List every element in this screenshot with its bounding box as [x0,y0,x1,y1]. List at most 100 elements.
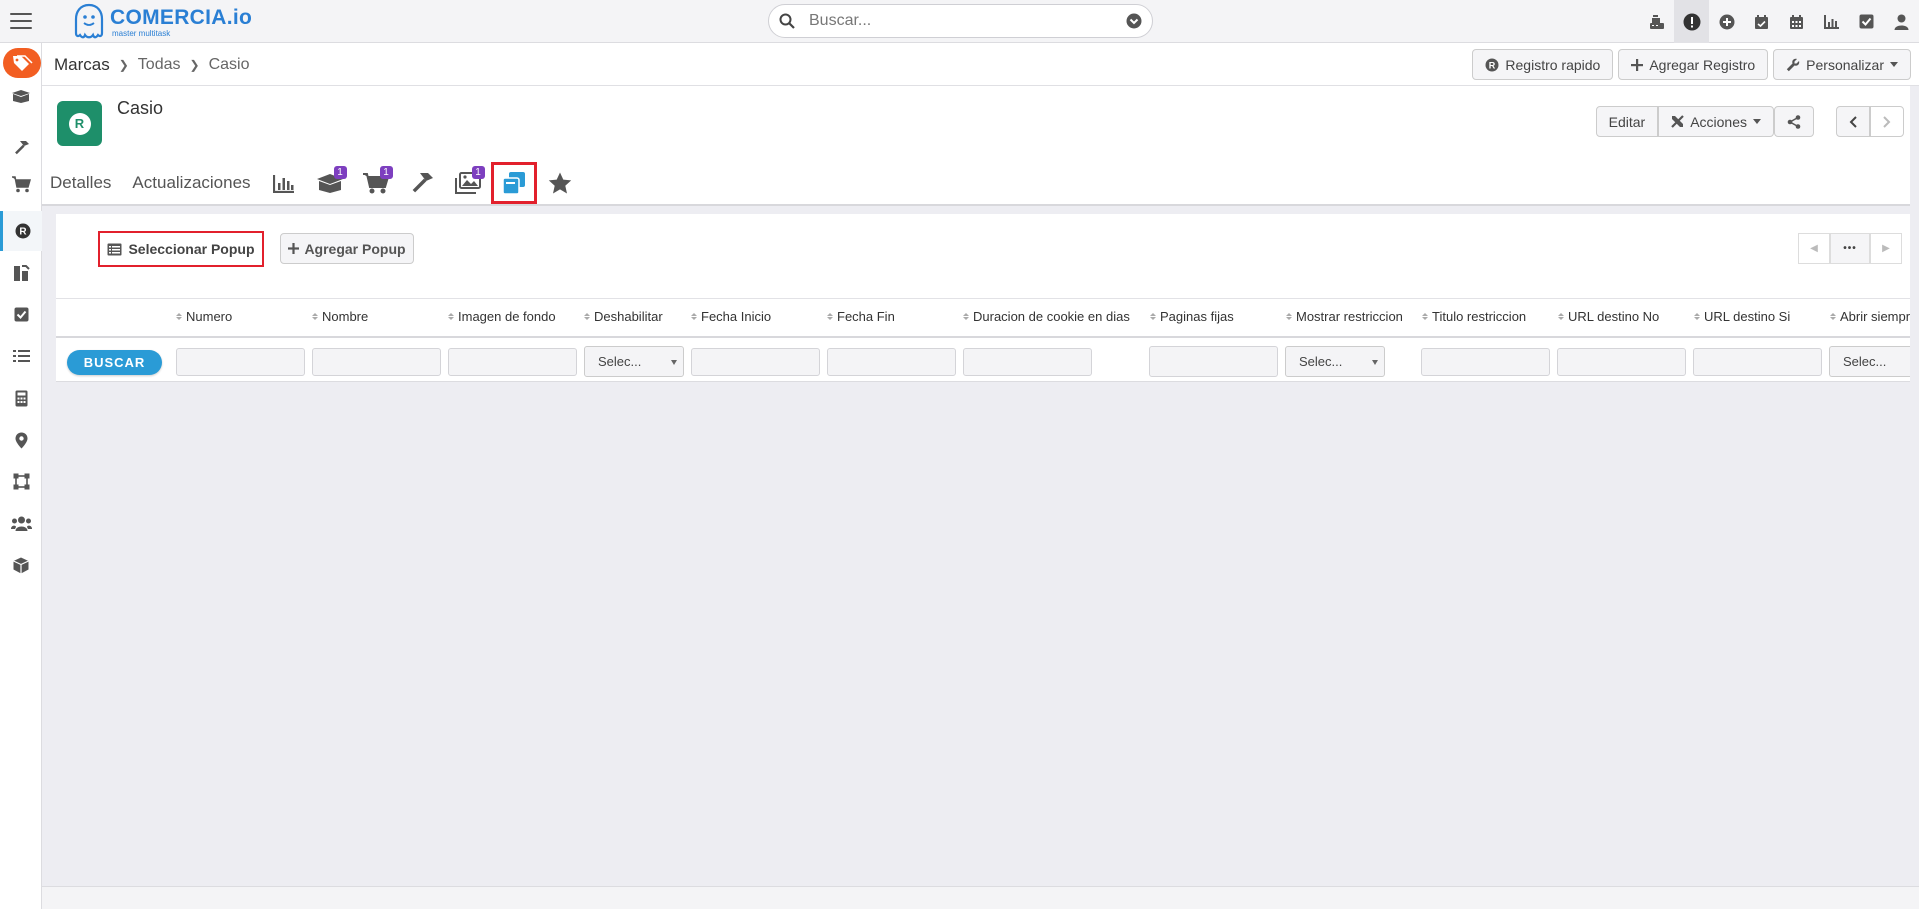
add-circle-icon[interactable] [1709,0,1744,43]
registered-icon: R [1485,58,1499,71]
sidebar-item-lists[interactable] [0,336,42,376]
column-header[interactable]: Deshabilitar [584,309,663,324]
filter-select[interactable]: Selec... [1829,346,1910,377]
filter-input[interactable] [312,348,441,376]
sidebar-item-boxes[interactable] [0,83,42,108]
tab-favorites[interactable] [537,162,583,204]
brand-name: COMERCIA.io [110,5,253,29]
column-header[interactable]: URL destino Si [1694,309,1790,324]
tab-statistics[interactable] [261,162,307,204]
menu-icon[interactable] [10,10,32,32]
column-header[interactable]: Duracion de cookie en dias [963,309,1130,324]
sidebar-brand-tag-icon[interactable] [3,48,41,78]
search-filter-button[interactable]: BUSCAR [67,350,162,375]
tab-details[interactable]: Detalles [50,173,111,193]
filter-select-value: Selec... [1843,354,1887,369]
share-button[interactable] [1774,106,1814,137]
breadcrumb-bar: Marcas ❯ Todas ❯ Casio R Registro rapido… [42,43,1919,86]
customize-button[interactable]: Personalizar [1773,49,1911,80]
filter-input[interactable] [1693,348,1822,376]
chevron-circle-icon[interactable] [1126,13,1142,29]
wrench-icon [1786,58,1800,71]
select-popup-button[interactable]: Seleccionar Popup [98,231,264,267]
record-header: R Casio Editar Acciones Detalles Actuali… [42,86,1910,206]
tab-tools[interactable] [399,162,445,204]
filter-input[interactable] [448,348,577,376]
column-header[interactable]: Fecha Fin [827,309,895,324]
breadcrumb-root[interactable]: Marcas [54,55,110,75]
chevron-right-icon [1883,115,1891,128]
column-header[interactable]: Imagen de fondo [448,309,556,324]
pager-more-button[interactable]: ••• [1830,233,1870,264]
sales-count-badge: 1 [379,166,393,179]
sidebar-item-tasks[interactable] [0,294,42,334]
filter-input[interactable] [963,348,1092,376]
popup-panel: Seleccionar Popup Agregar Popup ◀ ••• ▶ … [56,214,1910,382]
filter-input[interactable] [1149,346,1278,377]
column-header[interactable]: Fecha Inicio [691,309,771,324]
filter-select[interactable]: Selec... [584,346,684,377]
tab-images[interactable]: 1 [445,162,491,204]
tab-popups[interactable] [490,162,537,204]
chevron-right-icon: ❯ [118,58,129,72]
search-bar[interactable]: Buscar... [768,4,1153,38]
column-header[interactable]: URL destino No [1558,309,1659,324]
sidebar-item-locations[interactable] [0,420,42,460]
bar-chart-icon [272,174,294,193]
sidebar-item-categories[interactable] [0,253,42,293]
select-popup-label: Seleccionar Popup [128,241,255,257]
star-icon [548,172,571,193]
filter-select[interactable]: Selec... [1285,346,1385,377]
column-header[interactable]: Titulo restriccion [1422,309,1526,324]
vector-square-icon [13,473,29,489]
registered-icon: R [15,223,30,239]
top-bar: COMERCIA.io master multitask Buscar... [0,0,1919,43]
add-record-button[interactable]: Agregar Registro [1618,49,1769,80]
sidebar-item-users[interactable] [0,503,42,543]
pager-prev-button[interactable]: ◀ [1798,233,1830,264]
app-logo[interactable]: COMERCIA.io master multitask [72,2,252,42]
map-pin-icon [15,432,27,448]
record-nav [1836,106,1904,137]
prev-record-button[interactable] [1836,106,1870,137]
filter-input[interactable] [691,348,820,376]
quick-register-button[interactable]: R Registro rapido [1472,49,1614,80]
calendar-icon[interactable] [1779,0,1814,43]
cash-register-icon[interactable] [1639,0,1674,43]
column-header[interactable]: Paginas fijas [1150,309,1234,324]
sidebar-item-shapes[interactable] [0,461,42,501]
filter-select-value: Selec... [1299,354,1343,369]
column-header[interactable]: Numero [176,309,232,324]
tab-products[interactable]: 1 [307,162,353,204]
filter-input[interactable] [176,348,305,376]
column-header[interactable]: Abrir siempre [1830,309,1910,324]
sidebar-item-packages[interactable] [0,545,42,585]
chart-icon[interactable] [1814,0,1849,43]
add-popup-button[interactable]: Agregar Popup [280,233,414,264]
next-record-button[interactable] [1870,106,1904,137]
task-check-icon[interactable] [1849,0,1884,43]
sidebar-item-brands[interactable]: R [0,211,42,251]
alert-icon[interactable] [1674,0,1709,43]
sidebar-item-tools[interactable] [0,128,42,168]
column-header[interactable]: Nombre [312,309,368,324]
actions-label: Acciones [1690,113,1747,130]
user-icon[interactable] [1884,0,1919,43]
breadcrumb-current: Casio [208,56,250,73]
pagination: ◀ ••• ▶ [1798,233,1902,264]
filter-input[interactable] [1557,348,1686,376]
column-header[interactable]: Mostrar restriccion [1286,309,1403,324]
actions-dropdown[interactable]: Acciones [1658,106,1774,137]
sidebar-item-calculator[interactable] [0,378,42,418]
breadcrumb-level1[interactable]: Todas [138,56,181,74]
tab-updates[interactable]: Actualizaciones [132,173,250,193]
sidebar-item-cart[interactable] [0,164,42,204]
edit-button[interactable]: Editar [1595,106,1659,137]
filter-input[interactable] [827,348,956,376]
calendar-check-icon[interactable] [1744,0,1779,43]
tab-sales[interactable]: 1 [353,162,399,204]
search-input[interactable]: Buscar... [809,12,1126,30]
filter-input[interactable] [1421,348,1550,376]
pager-next-button[interactable]: ▶ [1870,233,1902,264]
column-header-label: Mostrar restriccion [1296,309,1403,324]
